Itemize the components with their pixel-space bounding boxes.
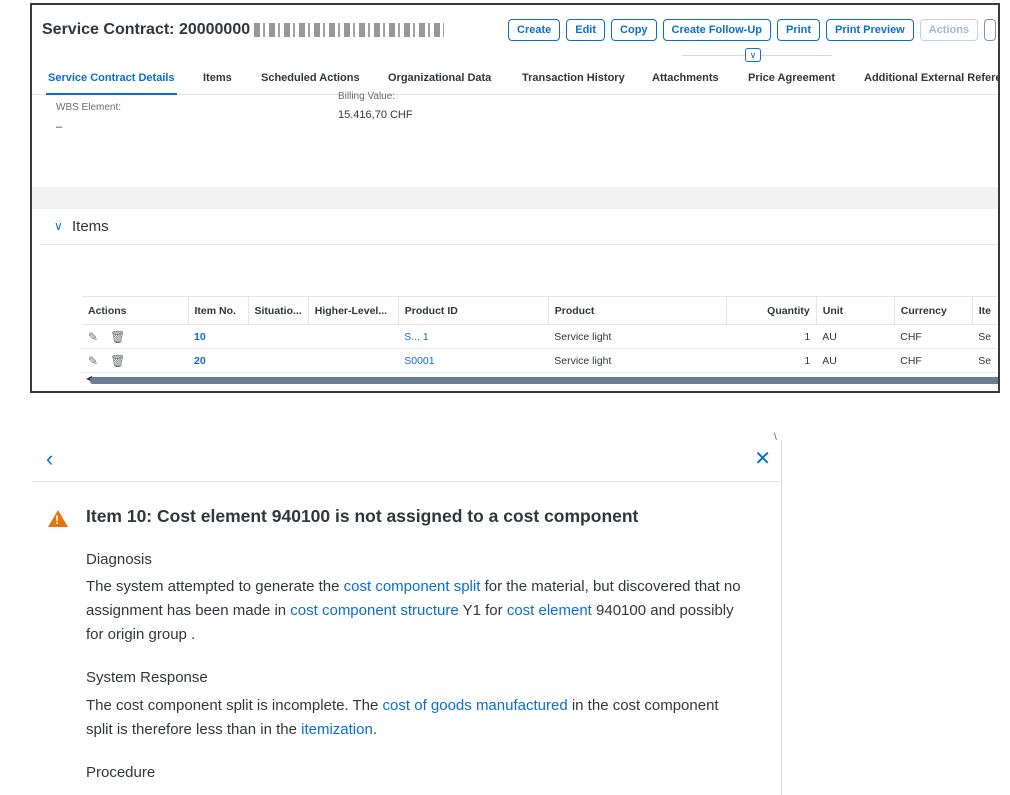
create-button[interactable]: Create bbox=[508, 19, 561, 41]
quantity: 1 bbox=[726, 324, 817, 349]
tab-organizational-data[interactable]: Organizational Data bbox=[388, 72, 491, 84]
diagnosis-text: The system attempted to generate the cos… bbox=[86, 578, 741, 643]
message-detail-dialog: ‹ ✕ ! Item 10: Cost element 940100 is no… bbox=[32, 440, 782, 795]
cost-of-goods-manufactured-link[interactable]: cost of goods manufactured bbox=[383, 697, 568, 714]
itemization-link[interactable]: itemization bbox=[301, 721, 373, 738]
details-section: WBS Element: – Billing Value: 15.416,70 … bbox=[40, 91, 998, 187]
item-type: Se bbox=[972, 324, 998, 349]
cost-component-split-link[interactable]: cost component split bbox=[344, 578, 481, 595]
system-response-heading: System Response bbox=[86, 669, 208, 686]
tab-items[interactable]: Items bbox=[203, 72, 232, 84]
diagnosis-heading: Diagnosis bbox=[86, 551, 152, 568]
product-id-link[interactable]: S0001 bbox=[404, 355, 434, 367]
close-icon[interactable]: ✕ bbox=[754, 448, 771, 470]
table-header-row: Actions Item No. Situatio... Higher-Leve… bbox=[82, 296, 998, 325]
service-contract-screenshot: Service Contract: 20000000 Create Edit C… bbox=[30, 3, 1000, 393]
table-row[interactable]: ✎ 🗑 10 S... 1 Service light 1 AU CHF Se bbox=[82, 324, 998, 349]
cost-element-link[interactable]: cost element bbox=[507, 602, 592, 619]
quantity: 1 bbox=[726, 348, 817, 373]
create-follow-up-button[interactable]: Create Follow-Up bbox=[662, 19, 771, 41]
cost-component-structure-link[interactable]: cost component structure bbox=[290, 602, 458, 619]
edit-icon[interactable]: ✎ bbox=[88, 330, 98, 344]
column-header[interactable]: Situatio... bbox=[248, 296, 309, 325]
procedure-heading: Procedure bbox=[86, 764, 156, 781]
system-response-text: The cost component split is incomplete. … bbox=[86, 697, 719, 738]
edit-button[interactable]: Edit bbox=[566, 19, 606, 41]
items-section-title: Items bbox=[72, 218, 109, 235]
page-title-text: Service Contract: 20000000 bbox=[42, 21, 251, 38]
items-section-header[interactable]: ∨ Items bbox=[40, 209, 998, 245]
page-title: Service Contract: 20000000 bbox=[42, 21, 445, 39]
tab-scheduled-actions[interactable]: Scheduled Actions bbox=[261, 72, 360, 84]
tab-bar: Service Contract Details Items Scheduled… bbox=[32, 65, 998, 96]
currency: CHF bbox=[894, 324, 973, 349]
unit: AU bbox=[816, 324, 895, 349]
currency: CHF bbox=[894, 348, 973, 373]
copy-button[interactable]: Copy bbox=[611, 19, 657, 41]
truncated-text bbox=[86, 791, 726, 795]
overflow-button[interactable] bbox=[984, 19, 997, 41]
items-table: Actions Item No. Situatio... Higher-Leve… bbox=[82, 296, 998, 373]
item-number-link[interactable]: 20 bbox=[194, 355, 206, 367]
column-header[interactable]: Item No. bbox=[188, 296, 249, 325]
billing-value: 15.416,70 CHF bbox=[338, 109, 413, 121]
column-header[interactable]: Actions bbox=[82, 296, 189, 325]
warning-icon-mark: ! bbox=[55, 513, 59, 527]
column-header[interactable]: Product ID bbox=[398, 296, 549, 325]
message-title: Item 10: Cost element 940100 is not assi… bbox=[86, 506, 639, 526]
item-number-link[interactable]: 10 bbox=[194, 331, 206, 343]
column-header[interactable]: Unit bbox=[816, 296, 895, 325]
wbs-element-label: WBS Element: bbox=[56, 102, 122, 113]
print-button[interactable]: Print bbox=[776, 19, 821, 41]
tab-attachments[interactable]: Attachments bbox=[652, 72, 719, 84]
redacted-text bbox=[254, 22, 445, 37]
column-header[interactable]: Quantity bbox=[726, 296, 817, 325]
tab-service-contract-details[interactable]: Service Contract Details bbox=[46, 72, 177, 96]
back-icon[interactable]: ‹ bbox=[46, 448, 53, 470]
object-header: Service Contract: 20000000 Create Edit C… bbox=[32, 5, 998, 96]
unit: AU bbox=[816, 348, 895, 373]
section-spacer bbox=[32, 187, 998, 209]
tab-price-agreement[interactable]: Price Agreement bbox=[748, 72, 835, 84]
column-header[interactable]: Product bbox=[548, 296, 727, 325]
delete-icon[interactable]: 🗑 bbox=[110, 330, 125, 344]
column-header[interactable]: Ite bbox=[972, 296, 998, 325]
table-row[interactable]: ✎ 🗑 20 S0001 Service light 1 AU CHF Se bbox=[82, 348, 998, 373]
actions-button[interactable]: Actions bbox=[919, 19, 979, 41]
product-id-link[interactable]: S... 1 bbox=[404, 331, 429, 343]
delete-icon[interactable]: 🗑 bbox=[110, 354, 125, 368]
product-name: Service light bbox=[548, 348, 727, 373]
column-header[interactable]: Higher-Level... bbox=[308, 296, 399, 325]
item-type: Se bbox=[972, 348, 998, 373]
chevron-down-icon[interactable]: ∨ bbox=[54, 219, 63, 233]
wbs-element-value: – bbox=[56, 121, 63, 133]
dialog-header: ‹ ✕ bbox=[32, 440, 781, 482]
product-name: Service light bbox=[548, 324, 727, 349]
edit-icon[interactable]: ✎ bbox=[88, 354, 98, 368]
column-header[interactable]: Currency bbox=[894, 296, 973, 325]
chevron-down-icon[interactable]: ∨ bbox=[745, 48, 761, 62]
toolbar: Create Edit Copy Create Follow-Up Print … bbox=[508, 19, 997, 41]
tab-additional-external-references[interactable]: Additional External Refere bbox=[864, 72, 998, 84]
tab-transaction-history[interactable]: Transaction History bbox=[522, 72, 625, 84]
billing-value-label: Billing Value: bbox=[338, 91, 396, 102]
print-preview-button[interactable]: Print Preview bbox=[826, 19, 914, 41]
horizontal-scrollbar[interactable] bbox=[90, 377, 998, 384]
